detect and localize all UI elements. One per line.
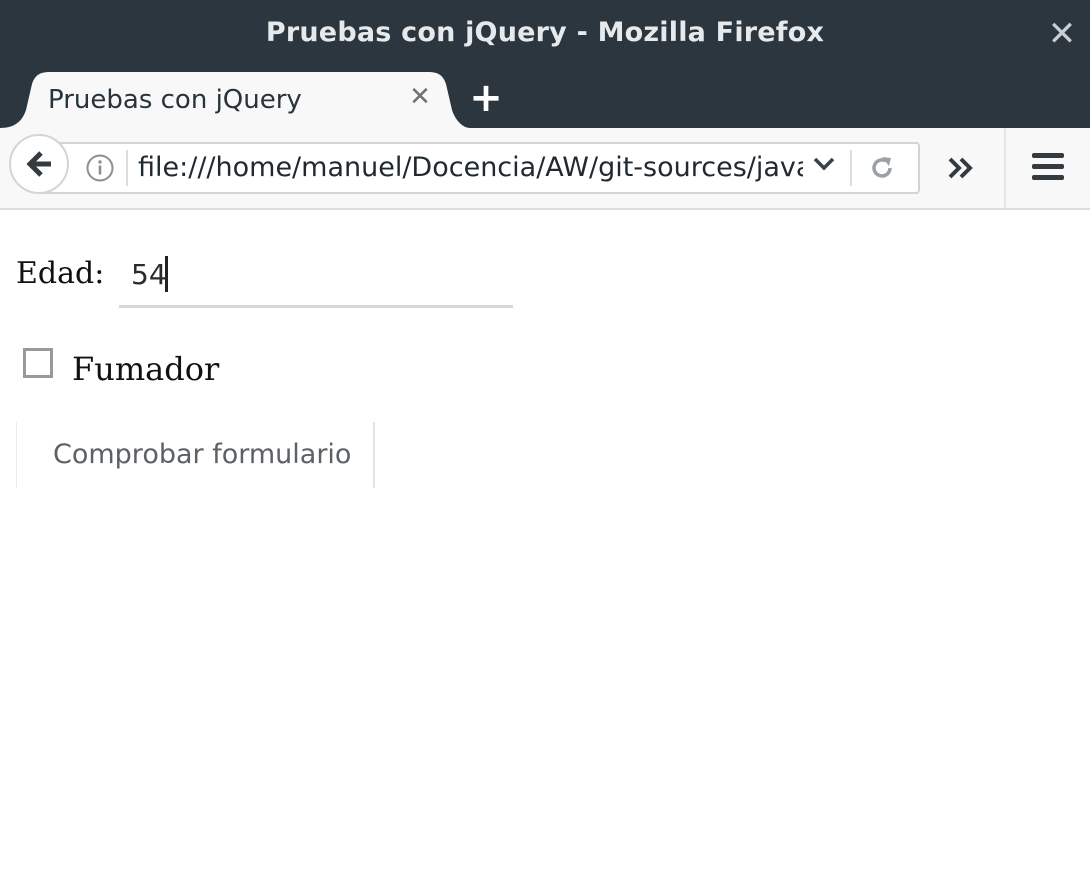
toolbar-separator [1004,128,1006,208]
fumador-checkbox[interactable] [23,348,53,378]
url-separator [850,150,852,186]
tab-label: Pruebas con jQuery [48,85,302,115]
text-caret [165,256,168,292]
tab-close-icon[interactable]: ✕ [405,82,435,112]
new-tab-icon[interactable]: + [466,78,506,118]
navigation-toolbar: file:///home/manuel/Docencia/AW/git-sour… [0,128,1090,210]
tab-bar: Pruebas con jQuery ✕ + [0,68,1090,128]
edad-input-value: 54 [131,258,167,291]
reload-icon[interactable] [868,154,896,182]
back-button[interactable] [9,134,69,194]
window-titlebar: Pruebas con jQuery - Mozilla Firefox ✕ [0,0,1090,68]
edad-input[interactable]: 54 [119,250,513,308]
url-dropdown-icon[interactable] [812,156,836,172]
page-content: Edad: 54 Fumador Comprobar formulario [0,210,1090,870]
fumador-label[interactable]: Fumador [72,350,219,388]
hamburger-menu-icon[interactable] [1031,150,1065,184]
url-separator [126,150,128,186]
window-close-icon[interactable]: ✕ [1044,14,1080,54]
comprobar-formulario-label: Comprobar formulario [53,439,352,470]
info-icon[interactable] [85,153,115,183]
overflow-chevrons-icon[interactable] [947,155,977,181]
window-title: Pruebas con jQuery - Mozilla Firefox [265,17,825,48]
url-text[interactable]: file:///home/manuel/Docencia/AW/git-sour… [138,152,803,183]
comprobar-formulario-button[interactable]: Comprobar formulario [16,422,375,488]
back-icon [26,151,51,177]
edad-label: Edad: [16,256,105,291]
